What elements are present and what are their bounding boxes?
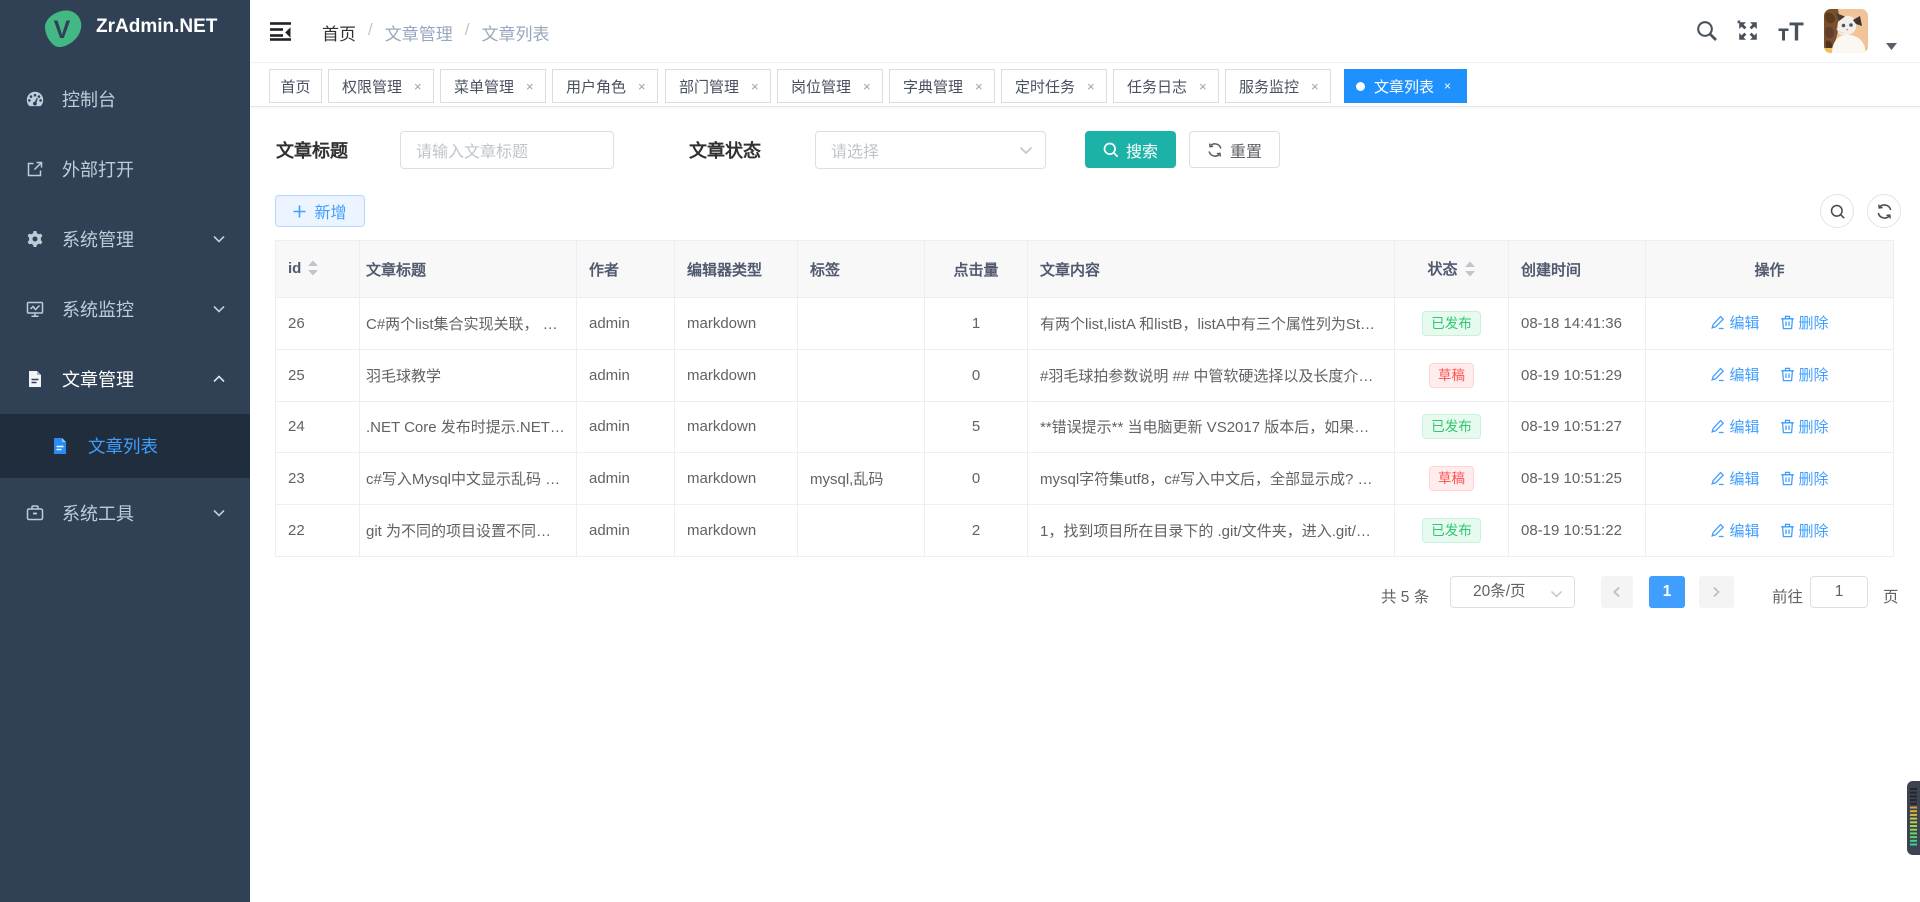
svg-text:V: V — [54, 16, 71, 44]
